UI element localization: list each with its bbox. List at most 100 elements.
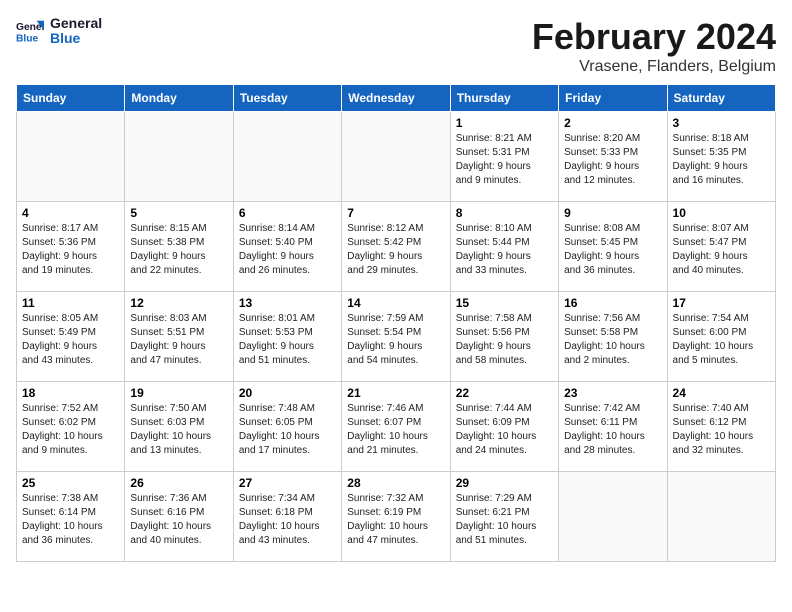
day-number: 3	[673, 116, 770, 130]
calendar-cell	[233, 112, 341, 202]
day-number: 21	[347, 386, 444, 400]
calendar-cell: 21 Sunrise: 7:46 AMSunset: 6:07 PMDayligh…	[342, 382, 450, 472]
calendar-cell: 8Sunrise: 8:10 AMSunset: 5:44 PMDaylight…	[450, 202, 558, 292]
day-number: 29	[456, 476, 553, 490]
day-info: Sunrise: 7:32 AMSunset: 6:19 PMDaylight:…	[347, 492, 444, 548]
calendar-cell: 10 Sunrise: 8:07 AMSunset: 5:47 PMDayligh…	[667, 202, 775, 292]
weekday-header-sunday: Sunday	[17, 85, 125, 112]
month-title: February 2024	[532, 16, 776, 58]
day-number: 5	[130, 206, 227, 220]
weekday-header-monday: Monday	[125, 85, 233, 112]
day-info: Sunrise: 8:01 AMSunset: 5:53 PMDaylight:…	[239, 312, 336, 368]
day-number: 15	[456, 296, 553, 310]
day-number: 22	[456, 386, 553, 400]
calendar-cell: 23 Sunrise: 7:42 AMSunset: 6:11 PMDayligh…	[559, 382, 667, 472]
calendar-cell	[342, 112, 450, 202]
calendar-cell: 29 Sunrise: 7:29 AMSunset: 6:21 PMDayligh…	[450, 472, 558, 562]
day-info: Sunrise: 7:58 AMSunset: 5:56 PMDaylight:…	[456, 312, 553, 368]
calendar-cell: 27 Sunrise: 7:34 AMSunset: 6:18 PMDayligh…	[233, 472, 341, 562]
weekday-header-thursday: Thursday	[450, 85, 558, 112]
calendar-cell: 13 Sunrise: 8:01 AMSunset: 5:53 PMDayligh…	[233, 292, 341, 382]
calendar-cell: 19Sunrise: 7:50 AMSunset: 6:03 PMDayligh…	[125, 382, 233, 472]
day-number: 24	[673, 386, 770, 400]
day-info: Sunrise: 8:08 AMSunset: 5:45 PMDaylight:…	[564, 222, 661, 278]
day-number: 2	[564, 116, 661, 130]
day-number: 13	[239, 296, 336, 310]
day-info: Sunrise: 7:38 AMSunset: 6:14 PMDaylight:…	[22, 492, 119, 548]
calendar-cell: 3 Sunrise: 8:18 AMSunset: 5:35 PMDaylight…	[667, 112, 775, 202]
weekday-header-saturday: Saturday	[667, 85, 775, 112]
day-info: Sunrise: 8:05 AMSunset: 5:49 PMDaylight:…	[22, 312, 119, 368]
week-row-5: 25 Sunrise: 7:38 AMSunset: 6:14 PMDayligh…	[17, 472, 776, 562]
day-number: 12	[130, 296, 227, 310]
calendar-cell: 4 Sunrise: 8:17 AMSunset: 5:36 PMDaylight…	[17, 202, 125, 292]
day-number: 27	[239, 476, 336, 490]
calendar-cell: 26 Sunrise: 7:36 AMSunset: 6:16 PMDayligh…	[125, 472, 233, 562]
day-number: 17	[673, 296, 770, 310]
day-info: Sunrise: 8:18 AMSunset: 5:35 PMDaylight:…	[673, 132, 770, 188]
day-info: Sunrise: 8:14 AMSunset: 5:40 PMDaylight:…	[239, 222, 336, 278]
calendar-cell: 1 Sunrise: 8:21 AMSunset: 5:31 PMDaylight…	[450, 112, 558, 202]
day-number: 19	[130, 386, 227, 400]
calendar-cell: 17Sunrise: 7:54 AMSunset: 6:00 PMDayligh…	[667, 292, 775, 382]
calendar-cell: 11Sunrise: 8:05 AMSunset: 5:49 PMDayligh…	[17, 292, 125, 382]
day-number: 9	[564, 206, 661, 220]
day-number: 28	[347, 476, 444, 490]
day-info: Sunrise: 7:59 AMSunset: 5:54 PMDaylight:…	[347, 312, 444, 368]
day-info: Sunrise: 8:03 AMSunset: 5:51 PMDaylight:…	[130, 312, 227, 368]
day-info: Sunrise: 8:12 AMSunset: 5:42 PMDaylight:…	[347, 222, 444, 278]
day-number: 14	[347, 296, 444, 310]
day-info: Sunrise: 7:40 AMSunset: 6:12 PMDaylight:…	[673, 402, 770, 458]
day-info: Sunrise: 8:17 AMSunset: 5:36 PMDaylight:…	[22, 222, 119, 278]
day-info: Sunrise: 7:42 AMSunset: 6:11 PMDaylight:…	[564, 402, 661, 458]
day-info: Sunrise: 7:52 AMSunset: 6:02 PMDaylight:…	[22, 402, 119, 458]
calendar-cell: 2 Sunrise: 8:20 AMSunset: 5:33 PMDaylight…	[559, 112, 667, 202]
day-info: Sunrise: 7:44 AMSunset: 6:09 PMDaylight:…	[456, 402, 553, 458]
logo-blue: Blue	[50, 31, 102, 46]
day-number: 1	[456, 116, 553, 130]
svg-text:Blue: Blue	[16, 34, 39, 45]
day-number: 6	[239, 206, 336, 220]
day-info: Sunrise: 7:48 AMSunset: 6:05 PMDaylight:…	[239, 402, 336, 458]
calendar-cell: 14 Sunrise: 7:59 AMSunset: 5:54 PMDayligh…	[342, 292, 450, 382]
day-info: Sunrise: 8:07 AMSunset: 5:47 PMDaylight:…	[673, 222, 770, 278]
calendar-cell: 6 Sunrise: 8:14 AMSunset: 5:40 PMDaylight…	[233, 202, 341, 292]
day-number: 8	[456, 206, 553, 220]
day-number: 23	[564, 386, 661, 400]
weekday-header-tuesday: Tuesday	[233, 85, 341, 112]
day-info: Sunrise: 8:15 AMSunset: 5:38 PMDaylight:…	[130, 222, 227, 278]
day-number: 25	[22, 476, 119, 490]
calendar-cell: 22 Sunrise: 7:44 AMSunset: 6:09 PMDayligh…	[450, 382, 558, 472]
weekday-header-wednesday: Wednesday	[342, 85, 450, 112]
day-info: Sunrise: 8:20 AMSunset: 5:33 PMDaylight:…	[564, 132, 661, 188]
calendar-cell: 28 Sunrise: 7:32 AMSunset: 6:19 PMDayligh…	[342, 472, 450, 562]
day-info: Sunrise: 7:56 AMSunset: 5:58 PMDaylight:…	[564, 312, 661, 368]
day-info: Sunrise: 7:34 AMSunset: 6:18 PMDaylight:…	[239, 492, 336, 548]
logo: General Blue General Blue	[16, 16, 102, 47]
week-row-3: 11Sunrise: 8:05 AMSunset: 5:49 PMDayligh…	[17, 292, 776, 382]
calendar-cell: 5 Sunrise: 8:15 AMSunset: 5:38 PMDaylight…	[125, 202, 233, 292]
day-number: 10	[673, 206, 770, 220]
week-row-1: 1 Sunrise: 8:21 AMSunset: 5:31 PMDaylight…	[17, 112, 776, 202]
day-info: Sunrise: 7:36 AMSunset: 6:16 PMDaylight:…	[130, 492, 227, 548]
day-info: Sunrise: 8:21 AMSunset: 5:31 PMDaylight:…	[456, 132, 553, 188]
logo-general: General	[50, 16, 102, 31]
location-title: Vrasene, Flanders, Belgium	[532, 58, 776, 76]
day-number: 20	[239, 386, 336, 400]
calendar-cell: 7 Sunrise: 8:12 AMSunset: 5:42 PMDaylight…	[342, 202, 450, 292]
day-info: Sunrise: 7:29 AMSunset: 6:21 PMDaylight:…	[456, 492, 553, 548]
day-number: 16	[564, 296, 661, 310]
calendar-cell	[125, 112, 233, 202]
week-row-2: 4 Sunrise: 8:17 AMSunset: 5:36 PMDaylight…	[17, 202, 776, 292]
weekday-header-friday: Friday	[559, 85, 667, 112]
day-number: 26	[130, 476, 227, 490]
calendar-cell: 20 Sunrise: 7:48 AMSunset: 6:05 PMDayligh…	[233, 382, 341, 472]
day-number: 4	[22, 206, 119, 220]
calendar-cell	[17, 112, 125, 202]
calendar-cell: 16 Sunrise: 7:56 AMSunset: 5:58 PMDayligh…	[559, 292, 667, 382]
week-row-4: 18Sunrise: 7:52 AMSunset: 6:02 PMDayligh…	[17, 382, 776, 472]
day-info: Sunrise: 7:46 AMSunset: 6:07 PMDaylight:…	[347, 402, 444, 458]
day-number: 7	[347, 206, 444, 220]
calendar-cell: 24 Sunrise: 7:40 AMSunset: 6:12 PMDayligh…	[667, 382, 775, 472]
weekday-header-row: SundayMondayTuesdayWednesdayThursdayFrid…	[17, 85, 776, 112]
